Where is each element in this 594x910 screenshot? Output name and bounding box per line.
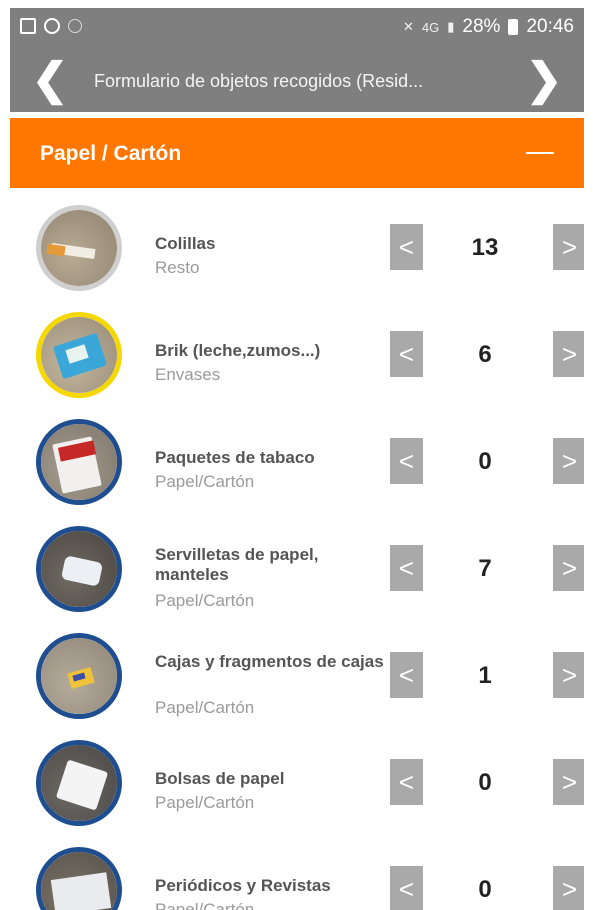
item-category: Envases [155,365,221,384]
item-name: Brik (leche,zumos...) [155,341,321,360]
decrement-button[interactable]: < [390,438,423,484]
item-category: Resto [155,258,200,277]
item-category: Papel/Cartón [155,698,255,717]
decrement-button[interactable]: < [390,331,423,377]
wifi-notification-icon [68,19,82,33]
list-item: Periódicos y Revistas Papel/Cartón < 0 > [10,830,584,910]
item-category: Papel/Cartón [155,591,255,610]
increment-button[interactable]: > [553,224,584,270]
item-name: Paquetes de tabaco [155,448,315,467]
increment-button[interactable]: > [553,652,584,698]
increment-button[interactable]: > [553,759,584,805]
napkin-icon [36,526,122,612]
list-item: Cajas y fragmentos de cajas Papel/Cartón… [10,616,584,723]
item-category: Papel/Cartón [155,472,255,491]
item-name: Periódicos y Revistas [155,876,331,895]
form-title: Formulario de objetos recogidos (Resid..… [94,71,424,91]
item-count: 6 [478,341,492,368]
brik-carton-icon [36,312,122,398]
box-fragment-icon [36,633,122,719]
list-item: Bolsas de papel Papel/Cartón < 0 > [10,723,584,830]
list-item: Brik (leche,zumos...) Envases < 6 > [10,295,584,402]
item-name: Servilletas de papel, manteles [155,545,319,584]
list-item: Paquetes de tabaco Papel/Cartón < 0 > [10,402,584,509]
next-form-button[interactable]: ❯ [522,58,566,102]
item-count: 0 [478,876,492,903]
item-category: Papel/Cartón [155,793,255,812]
list-item: Servilletas de papel, manteles Papel/Car… [10,509,584,616]
decrement-button[interactable]: < [390,866,423,910]
section-header-papel-carton[interactable]: Papel / Cartón [10,118,584,188]
previous-form-button[interactable]: ❮ [28,58,72,102]
item-name: Bolsas de papel [155,769,285,788]
increment-button[interactable]: > [553,866,584,910]
app-toolbar: ❮ Formulario de objetos recogidos (Resid… [10,50,584,112]
item-name: Cajas y fragmentos de cajas [155,652,384,671]
newspaper-icon [36,847,122,910]
mute-icon: ✕ [403,19,414,34]
signal-icon: ▮ [447,19,455,34]
clock: 20:46 [526,16,574,37]
status-left-icons [20,18,82,34]
list-item: Colillas Resto < 13 > [10,188,584,295]
decrement-button[interactable]: < [390,224,423,270]
cigarette-pack-icon [36,419,122,505]
gallery-notification-icon [20,18,36,34]
app-frame: ✕ 4G ▮ 28% 20:46 ❮ Formulario de objetos… [10,8,584,910]
collapse-icon[interactable] [526,152,554,154]
cigarette-butt-icon [36,205,122,291]
item-count: 1 [478,662,492,689]
decrement-button[interactable]: < [390,759,423,805]
section-title: Papel / Cartón [40,142,182,165]
decrement-button[interactable]: < [390,652,423,698]
paper-bag-icon [36,740,122,826]
sync-notification-icon [44,18,60,34]
battery-level: 28% [462,16,501,37]
decrement-button[interactable]: < [390,545,423,591]
item-category: Papel/Cartón [155,900,255,910]
item-name: Colillas [155,234,216,253]
item-count: 0 [478,769,492,796]
increment-button[interactable]: > [553,545,584,591]
item-count: 13 [471,234,499,261]
increment-button[interactable]: > [553,438,584,484]
status-right: ✕ 4G ▮ 28% 20:46 [403,16,574,38]
increment-button[interactable]: > [553,331,584,377]
item-count: 0 [478,448,492,475]
status-bar: ✕ 4G ▮ 28% 20:46 [10,8,584,50]
network-type: 4G [421,19,440,35]
item-count: 7 [478,555,492,582]
battery-icon [508,19,519,35]
